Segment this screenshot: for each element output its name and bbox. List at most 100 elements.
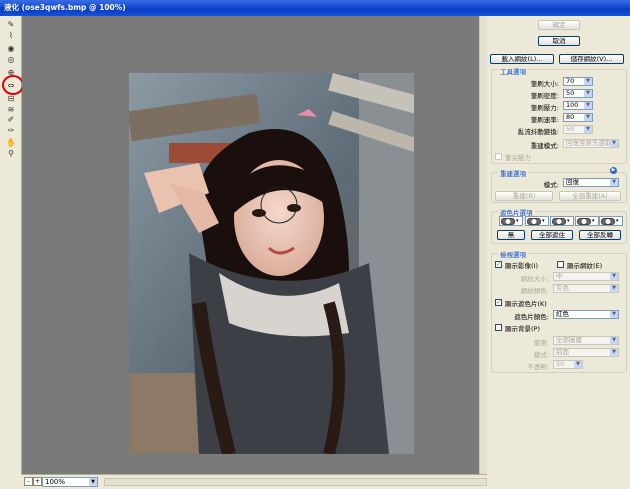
show-mask-checkbox[interactable]: ✓ [495, 299, 502, 306]
turbulent-jitter-label: 亂流抖動變換: [517, 128, 559, 136]
preview-canvas[interactable] [22, 16, 479, 474]
mask-color-select[interactable]: 紅色 ▼ [553, 310, 619, 319]
reconstruct-options-mode-value: 回復 [566, 178, 579, 186]
mirror-tool-icon[interactable]: ⊟ [5, 93, 17, 103]
mesh-color-label: 網紋顏色: [520, 287, 549, 295]
hand-tool-icon[interactable]: ✋ [5, 137, 17, 147]
forward-warp-tool-icon[interactable]: ✎ [5, 19, 17, 29]
pucker-tool-icon[interactable]: ◎ [5, 54, 17, 64]
push-left-tool-icon[interactable]: ⇔ [5, 80, 17, 90]
turbulence-tool-icon[interactable]: ≋ [5, 104, 17, 114]
stylus-pressure-checkbox[interactable] [495, 153, 502, 160]
chevron-down-icon: ▾ [567, 218, 570, 224]
preview-photo[interactable] [129, 73, 414, 454]
chevron-down-icon: ▼ [610, 337, 618, 344]
mask-color-value: 紅色 [556, 310, 569, 318]
zoom-tool-icon[interactable]: ⚲ [5, 148, 17, 158]
mesh-size-value: 中 [556, 272, 563, 280]
view-options-title: 檢視選項 [498, 249, 528, 259]
chevron-down-icon: ▼ [610, 140, 618, 147]
invert-all-button[interactable]: 全部反轉 [579, 230, 621, 240]
brush-rate-label: 筆刷速率: [530, 116, 559, 124]
backdrop-mode-select[interactable]: 前面 ▼ [553, 348, 619, 357]
chevron-down-icon: ▼ [584, 102, 592, 109]
reconstruct-button[interactable]: 重建(R) [495, 191, 553, 201]
brush-density-input[interactable]: 50 ▼ [563, 89, 593, 98]
mask-subtract-button[interactable]: ▾ [550, 216, 574, 226]
mask-replace-icon [501, 217, 515, 225]
twirl-clockwise-tool-icon[interactable]: ◉ [5, 43, 17, 53]
mesh-size-label: 網紋大小: [520, 275, 549, 283]
chevron-down-icon: ▼ [584, 126, 592, 133]
mask-invert-icon [601, 217, 615, 225]
opacity-input[interactable]: 50 ▼ [553, 360, 583, 369]
vertical-scrollbar[interactable] [479, 16, 487, 474]
backdrop-use-value: 全部圖層 [556, 336, 582, 344]
stylus-pressure-label: 筆尖壓力 [505, 154, 531, 162]
chevron-down-icon: ▼ [610, 311, 618, 318]
opacity-label: 不透明: [527, 363, 549, 371]
cancel-button[interactable]: 取消 [538, 36, 580, 46]
use-label: 使用: [533, 339, 549, 347]
status-bar: - + 100% ▼ [22, 474, 487, 489]
mask-intersect-icon [577, 217, 591, 225]
show-backdrop-checkbox[interactable] [495, 324, 502, 331]
brush-rate-input[interactable]: 80 ▼ [563, 113, 593, 122]
show-mesh-label: 顯示網紋(E) [567, 262, 603, 270]
load-mesh-button[interactable]: 載入網紋(L)... [490, 54, 554, 64]
show-image-label: 顯示影像(I) [505, 262, 538, 270]
opacity-value: 50 [556, 360, 565, 368]
thaw-mask-tool-icon[interactable]: ✑ [5, 125, 17, 135]
reconstruct-options-mode-select[interactable]: 回復 ▼ [563, 178, 619, 187]
save-mesh-button[interactable]: 儲存網紋(V)... [559, 54, 624, 64]
brush-density-label: 筆刷密度: [530, 92, 559, 100]
backdrop-mode-value: 前面 [556, 348, 569, 356]
turbulent-jitter-value: 50 [566, 125, 575, 133]
chevron-down-icon: ▾ [616, 218, 619, 224]
mesh-color-select[interactable]: 灰色 ▼ [553, 284, 619, 293]
mask-intersect-button[interactable]: ▾ [575, 216, 599, 226]
chevron-down-icon: ▾ [542, 218, 545, 224]
chevron-down-icon: ▼ [610, 285, 618, 292]
restore-all-button[interactable]: 全部重建(A) [559, 191, 621, 201]
mask-all-button[interactable]: 全部遮住 [531, 230, 573, 240]
chevron-down-icon: ▼ [584, 114, 592, 121]
ok-button[interactable]: 確定 [538, 20, 580, 30]
reconstruct-mode-select[interactable]: 回復至原先選取 ▼ [563, 139, 619, 148]
show-image-checkbox[interactable]: ✓ [495, 261, 502, 268]
chevron-down-icon: ▼ [610, 273, 618, 280]
brush-density-value: 50 [566, 89, 575, 97]
zoom-out-button[interactable]: - [24, 477, 33, 486]
show-mesh-checkbox[interactable] [557, 261, 564, 268]
brush-rate-value: 80 [566, 113, 575, 121]
mask-add-icon [527, 217, 541, 225]
brush-size-input[interactable]: 70 ▼ [563, 77, 593, 86]
mask-add-button[interactable]: ▾ [525, 216, 549, 226]
brush-pressure-label: 筆刷壓力: [530, 104, 559, 112]
zoom-select[interactable]: 100% ▼ [42, 477, 98, 487]
zoom-in-button[interactable]: + [33, 477, 42, 486]
window-title: 液化 (ose3qwfs.bmp @ 100%) [0, 0, 630, 16]
chevron-down-icon: ▼ [89, 478, 97, 486]
tool-options-title: 工具選項 [498, 66, 528, 76]
brush-pressure-input[interactable]: 100 ▼ [563, 101, 593, 110]
turbulent-jitter-input[interactable]: 50 ▼ [563, 125, 593, 134]
mask-replace-button[interactable]: ▾ [499, 216, 523, 226]
freeze-mask-tool-icon[interactable]: ✐ [5, 114, 17, 124]
mask-none-button[interactable]: 無 [497, 230, 525, 240]
mesh-size-select[interactable]: 中 ▼ [553, 272, 619, 281]
options-panel: 確定 取消 載入網紋(L)... 儲存網紋(V)... 工具選項 筆刷大小: 7… [487, 16, 630, 489]
play-icon[interactable]: ▶ [610, 167, 617, 174]
mask-color-label: 遮色片顏色: [514, 313, 549, 321]
backdrop-use-select[interactable]: 全部圖層 ▼ [553, 336, 619, 345]
backdrop-mode-label: 模式: [533, 351, 549, 359]
horizontal-scrollbar[interactable] [104, 478, 487, 486]
chevron-down-icon: ▾ [592, 218, 595, 224]
chevron-down-icon: ▼ [584, 78, 592, 85]
reconstruct-tool-icon[interactable]: ⌇ [5, 30, 17, 40]
mask-subtract-icon [552, 217, 566, 225]
mask-invert-button[interactable]: ▾ [599, 216, 623, 226]
brush-size-value: 70 [566, 77, 575, 85]
reconstruct-mode-label: 重建模式: [530, 142, 559, 150]
reconstruct-options-title: 重建選項 [498, 168, 528, 178]
